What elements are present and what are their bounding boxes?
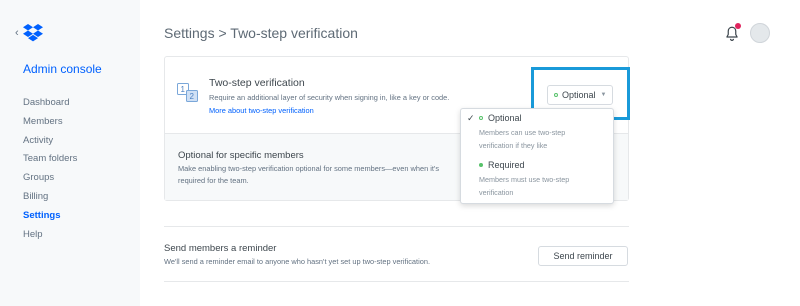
logo-link[interactable]: ‹ [15,24,43,42]
two-step-description-text: Require an additional layer of security … [209,93,450,102]
verification-mode-dropdown: ✓ Optional Members can use two-step veri… [460,108,614,204]
divider [164,226,629,227]
reminder-title: Send members a reminder [164,243,277,254]
svg-text:2: 2 [190,92,195,101]
option-description-optional: Members can use two-step verification if… [479,128,566,150]
specific-members-title: Optional for specific members [178,150,304,161]
notification-dot [735,23,741,29]
divider [164,281,629,282]
two-step-description: Require an additional layer of security … [209,92,454,117]
check-icon: ✓ [467,113,475,123]
learn-more-link[interactable]: More about two-step verification [209,106,314,115]
sidebar: ‹ Admin console Dashboard Members Activi… [0,0,140,306]
option-description-required: Members must use two-step verification [479,175,570,197]
optional-dot-icon [479,116,483,120]
back-chevron-icon[interactable]: ‹ [15,27,19,39]
dropdown-option-optional[interactable]: Optional [479,113,522,123]
svg-text:1: 1 [181,85,186,94]
page-title: Settings > Two-step verification [164,25,358,41]
sidebar-item-members[interactable]: Members [23,115,77,134]
send-reminder-button[interactable]: Send reminder [538,246,628,266]
sidebar-item-settings[interactable]: Settings [23,209,77,228]
reminder-description: We'll send a reminder email to anyone wh… [164,257,431,266]
sidebar-item-groups[interactable]: Groups [23,171,77,190]
specific-members-description: Make enabling two-step verification opti… [178,164,440,185]
dropdown-option-required[interactable]: Required [479,160,525,170]
two-step-title: Two-step verification [209,77,305,89]
admin-console-title[interactable]: Admin console [23,62,102,76]
sidebar-item-team-folders[interactable]: Team folders [23,152,77,171]
option-label-required: Required [488,160,525,170]
required-dot-icon [479,163,483,167]
dropbox-logo-icon [22,24,43,42]
sidebar-item-activity[interactable]: Activity [23,134,77,153]
avatar[interactable] [750,23,770,43]
sidebar-item-billing[interactable]: Billing [23,190,77,209]
option-label-optional: Optional [488,113,522,123]
sidebar-item-help[interactable]: Help [23,228,77,247]
two-step-icon: 1 2 [177,83,198,102]
sidebar-item-dashboard[interactable]: Dashboard [23,96,77,115]
sidebar-nav: Dashboard Members Activity Team folders … [23,96,77,246]
